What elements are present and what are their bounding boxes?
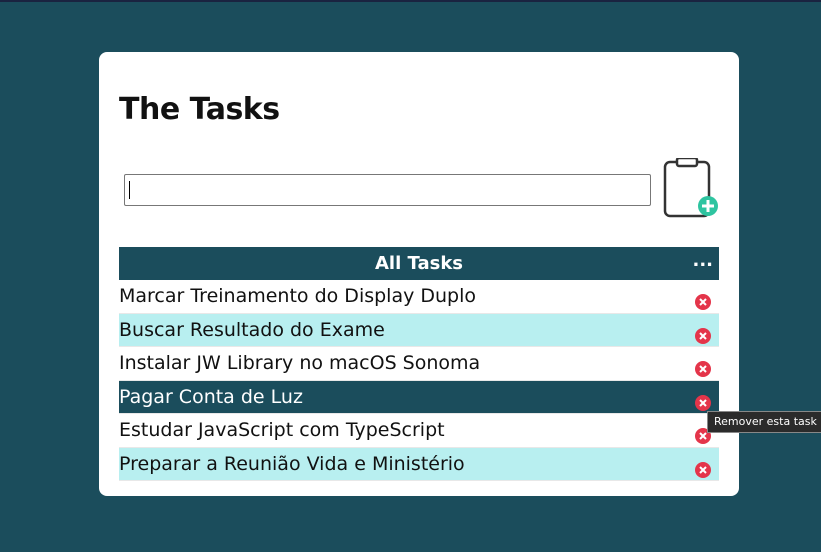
tasks-card: The Tasks All Tasks ... Marcar Treinamen… xyxy=(99,52,739,496)
page-title: The Tasks xyxy=(119,92,280,127)
remove-task-icon[interactable] xyxy=(695,322,711,344)
more-options-button[interactable]: ... xyxy=(692,244,713,277)
task-label: Preparar a Reunião Vida e Ministério xyxy=(119,452,465,475)
task-label: Pagar Conta de Luz xyxy=(119,385,303,408)
remove-task-icon[interactable] xyxy=(695,288,711,310)
task-row[interactable]: Pagar Conta de Luz xyxy=(119,380,719,414)
list-title: All Tasks xyxy=(374,253,464,274)
task-rows: Marcar Treinamento do Display Duplo Busca… xyxy=(119,280,719,481)
remove-tooltip: Remover esta task xyxy=(707,411,821,433)
task-label: Buscar Resultado do Exame xyxy=(119,318,385,341)
task-label: Instalar JW Library no macOS Sonoma xyxy=(119,352,481,374)
window-top-border xyxy=(0,0,821,2)
task-label: Marcar Treinamento do Display Duplo xyxy=(119,285,477,307)
task-row[interactable]: Marcar Treinamento do Display Duplo xyxy=(119,280,719,314)
remove-task-icon[interactable] xyxy=(695,355,711,377)
task-row[interactable]: Instalar JW Library no macOS Sonoma xyxy=(119,347,719,381)
text-caret xyxy=(129,181,130,199)
add-task-button[interactable] xyxy=(663,156,721,218)
task-input[interactable] xyxy=(124,174,651,206)
task-row[interactable]: Estudar JavaScript com TypeScript xyxy=(119,414,719,448)
clipboard-plus-icon xyxy=(663,156,718,218)
task-row[interactable]: Buscar Resultado do Exame xyxy=(119,313,719,347)
task-list: All Tasks ... Marcar Treinamento do Disp… xyxy=(119,247,719,481)
remove-task-icon[interactable] xyxy=(695,389,711,411)
remove-task-icon[interactable] xyxy=(695,456,711,478)
task-list-header: All Tasks ... xyxy=(119,247,719,280)
task-label: Estudar JavaScript com TypeScript xyxy=(119,419,445,441)
task-row[interactable]: Preparar a Reunião Vida e Ministério xyxy=(119,447,719,481)
